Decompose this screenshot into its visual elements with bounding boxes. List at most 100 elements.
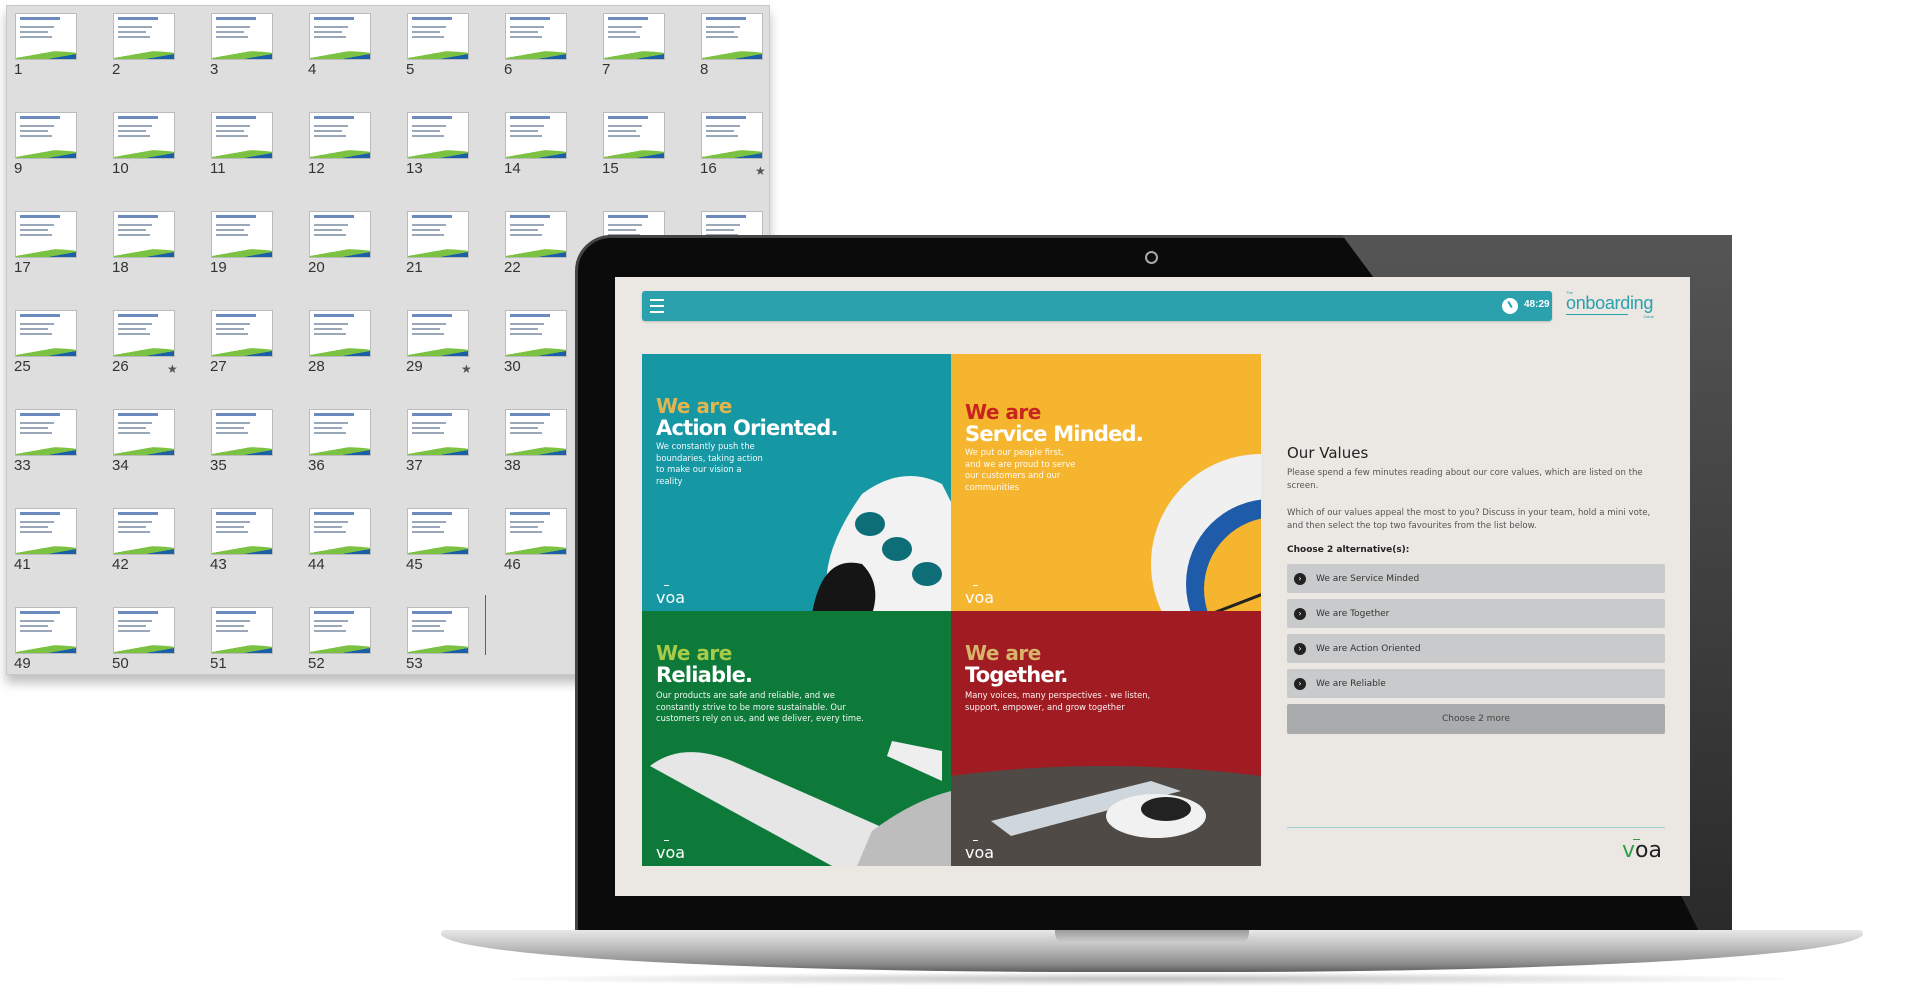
chevron-right-icon: › [1294, 677, 1306, 690]
slide-thumbnail[interactable] [603, 13, 665, 60]
slide-thumbnail[interactable] [211, 211, 273, 258]
slide-thumbnail[interactable] [211, 607, 273, 654]
option-action-oriented[interactable]: › We are Action Oriented [1287, 634, 1665, 663]
slide-thumbnail[interactable] [309, 508, 371, 555]
slide-thumbnail[interactable] [407, 211, 469, 258]
slide-thumbnail[interactable] [505, 211, 567, 258]
tile-body: Many voices, many perspectives - we list… [965, 690, 1151, 712]
logo-rest: oa [1635, 838, 1662, 863]
slide-number: 30 [504, 358, 521, 375]
option-together[interactable]: › We are Together [1287, 599, 1665, 628]
slide-thumbnail[interactable] [15, 508, 77, 555]
tile-we-are: We are [965, 400, 1041, 424]
panel-paragraph-1: Please spend a few minutes reading about… [1287, 468, 1643, 491]
slide-number: 19 [210, 259, 227, 276]
slide-thumbnail[interactable] [407, 112, 469, 159]
slide-thumbnail[interactable] [309, 112, 371, 159]
laptop-notch [1055, 930, 1249, 943]
logo-game: Game [1643, 314, 1654, 319]
animation-star-icon: ★ [167, 362, 178, 376]
slide-thumbnail[interactable] [113, 13, 175, 60]
slide-thumbnail[interactable] [211, 310, 273, 357]
slide-number: 28 [308, 358, 325, 375]
chevron-right-icon: › [1294, 572, 1306, 585]
slide-thumbnail[interactable] [113, 112, 175, 159]
slide-thumbnail[interactable] [211, 112, 273, 159]
slide-thumbnail[interactable] [407, 13, 469, 60]
onboarding-game-logo: The onboarding Game [1566, 290, 1658, 320]
slide-thumbnail[interactable] [407, 310, 469, 357]
slide-number: 14 [504, 160, 521, 177]
slide-number: 21 [406, 259, 423, 276]
slide-thumbnail[interactable] [407, 607, 469, 654]
slide-thumbnail[interactable] [113, 211, 175, 258]
slide-thumbnail[interactable] [113, 409, 175, 456]
slide-thumbnail[interactable] [407, 508, 469, 555]
slide-number: 18 [112, 259, 129, 276]
slide-thumbnail[interactable] [15, 310, 77, 357]
hamburger-menu-icon[interactable] [650, 299, 664, 313]
slide-number: 29 [406, 358, 423, 375]
slide-number: 27 [210, 358, 227, 375]
slide-thumbnail[interactable] [505, 409, 567, 456]
slide-thumbnail[interactable] [211, 13, 273, 60]
slide-number: 52 [308, 655, 325, 672]
slide-number: 16 [700, 160, 717, 177]
slide-number: 36 [308, 457, 325, 474]
slide-number: 2 [112, 61, 121, 78]
tile-body: Our products are safe and reliable, and … [656, 690, 864, 723]
slide-thumbnail[interactable] [15, 409, 77, 456]
slide-thumbnail[interactable] [15, 13, 77, 60]
slide-thumbnail[interactable] [15, 211, 77, 258]
slide-number: 33 [14, 457, 31, 474]
slide-thumbnail[interactable] [211, 508, 273, 555]
slide-number: 6 [504, 61, 513, 78]
chevron-right-icon: › [1294, 642, 1306, 655]
slide-number: 20 [308, 259, 325, 276]
slide-thumbnail[interactable] [309, 13, 371, 60]
slide-thumbnail[interactable] [505, 508, 567, 555]
slide-thumbnail[interactable] [309, 310, 371, 357]
jet-on-helipad-photo [951, 766, 1261, 866]
slide-thumbnail[interactable] [309, 607, 371, 654]
animation-star-icon: ★ [755, 164, 766, 178]
slide-thumbnail[interactable] [505, 13, 567, 60]
slide-thumbnail[interactable] [113, 607, 175, 654]
voa-logo: voa [656, 840, 686, 862]
slide-thumbnail[interactable] [505, 112, 567, 159]
slide-thumbnail[interactable] [603, 112, 665, 159]
slide-thumbnail[interactable] [407, 409, 469, 456]
slide-thumbnail[interactable] [309, 211, 371, 258]
slide-thumbnail[interactable] [701, 112, 763, 159]
slide-number: 37 [406, 457, 423, 474]
tile-body: We put our people first, and we are prou… [965, 447, 1076, 492]
slide-thumbnail[interactable] [701, 13, 763, 60]
slide-number: 1 [14, 61, 23, 78]
choose-more-button[interactable]: Choose 2 more [1287, 704, 1665, 734]
voa-footer-logo: voa [1622, 838, 1662, 863]
option-label: We are Action Oriented [1316, 643, 1421, 654]
slide-thumbnail[interactable] [211, 409, 273, 456]
slide-number: 12 [308, 160, 325, 177]
slide-thumbnail[interactable] [15, 607, 77, 654]
tile-heading: Service Minded. [965, 422, 1144, 446]
option-reliable[interactable]: › We are Reliable [1287, 669, 1665, 698]
slide-thumbnail[interactable] [113, 310, 175, 357]
camera-icon [1145, 251, 1158, 264]
slide-number: 35 [210, 457, 227, 474]
slide-thumbnail[interactable] [505, 310, 567, 357]
slide-thumbnail[interactable] [15, 112, 77, 159]
tile-we-are: We are [656, 394, 732, 418]
tile-heading: Reliable. [656, 663, 753, 687]
slide-number: 45 [406, 556, 423, 573]
logo-underline [1566, 314, 1628, 315]
option-service-minded[interactable]: › We are Service Minded [1287, 564, 1665, 593]
panel-paragraph-2: Which of our values appeal the most to y… [1287, 508, 1651, 531]
slide-thumbnail[interactable] [309, 409, 371, 456]
slide-number: 17 [14, 259, 31, 276]
aircraft-photo [812, 476, 951, 611]
slide-number: 50 [112, 655, 129, 672]
slide-number: 42 [112, 556, 129, 573]
slide-thumbnail[interactable] [113, 508, 175, 555]
slide-number: 51 [210, 655, 227, 672]
